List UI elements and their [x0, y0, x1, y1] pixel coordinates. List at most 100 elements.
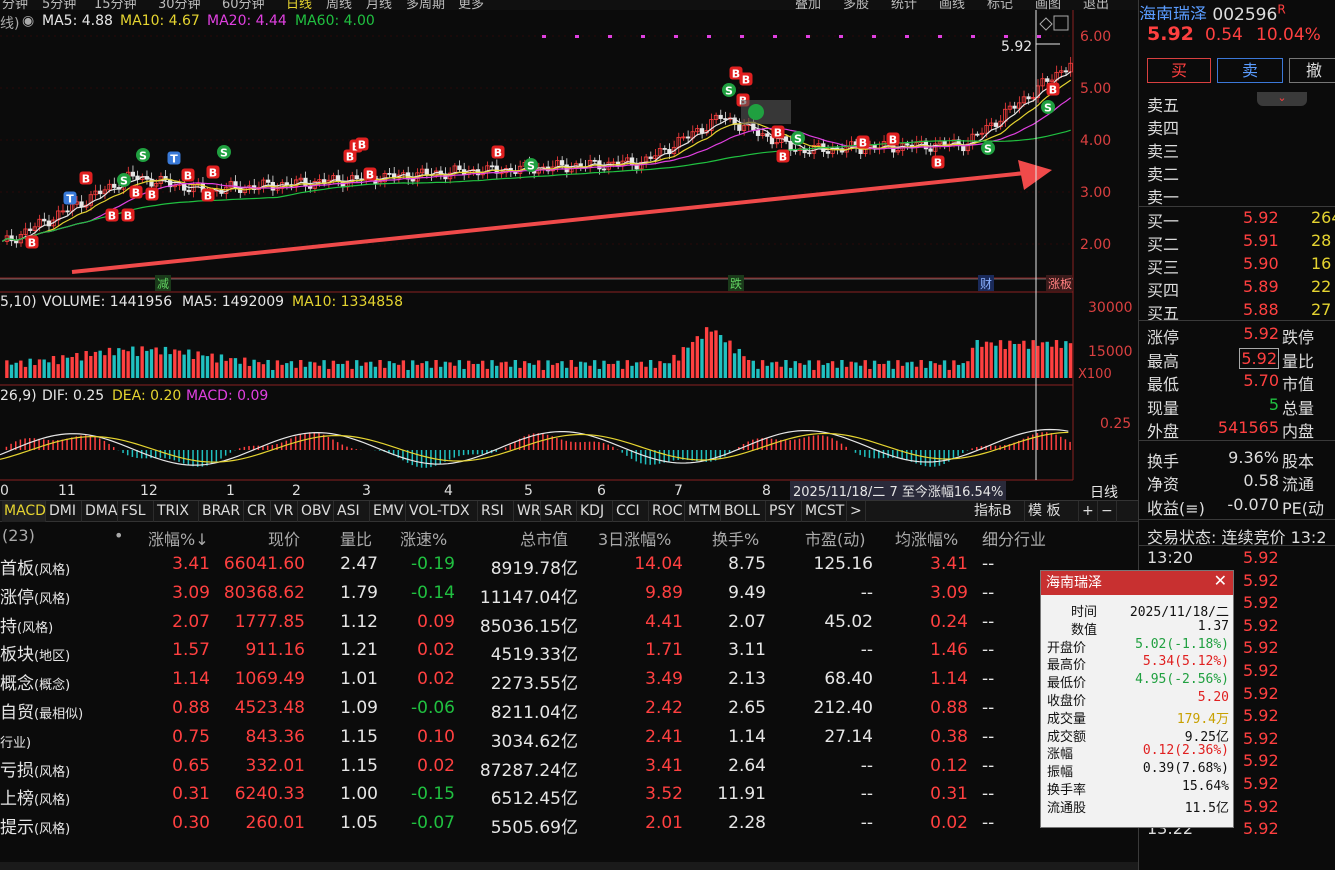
column-header-8[interactable]: 均涨幅%: [895, 526, 958, 550]
stat-label2-4: 内盘: [1282, 422, 1315, 441]
indicator-tab-emv[interactable]: EMV: [371, 501, 406, 522]
popup-label-7: 成交额: [1047, 729, 1087, 745]
indicator-tab-vr[interactable]: VR: [272, 501, 298, 522]
close-icon[interactable]: ✕: [1214, 571, 1227, 590]
column-header-3[interactable]: 涨速%: [400, 526, 447, 550]
cell-col-3: 80368.62: [223, 582, 305, 603]
indicator-tab-+[interactable]: +: [1080, 501, 1098, 522]
column-header-4[interactable]: 总市值: [520, 526, 568, 550]
macd-bar: [192, 450, 194, 467]
toolbar-item-6[interactable]: 退出: [1083, 0, 1109, 10]
column-header-7[interactable]: 市盈(动): [805, 526, 866, 550]
indicator-tab-psy[interactable]: PSY: [767, 501, 802, 522]
indicator-tab-dma[interactable]: DMA: [83, 501, 118, 522]
ask-level-5: 卖五: [1147, 96, 1180, 115]
cancel-button[interactable]: 撤: [1289, 58, 1335, 83]
event-label-drop[interactable]: 跌: [728, 275, 744, 291]
table-row[interactable]: 行业) 0.75 843.36 1.15 0.10 3034.62亿 2.41 1.14 27.…: [0, 723, 1138, 752]
event-label-reduce[interactable]: 减: [155, 275, 171, 291]
indicator-tab-fsl[interactable]: FSL: [119, 501, 154, 522]
toolbar-item-3[interactable]: 画线: [939, 0, 965, 10]
indicator-tab-boll[interactable]: BOLL: [722, 501, 766, 522]
period-tab-5[interactable]: 日线: [286, 0, 312, 10]
indicator-tab-vol-tdx[interactable]: VOL-TDX: [407, 501, 478, 522]
table-row[interactable]: 板块 (地区) 1.57 911.16 1.21 0.02 4519.33亿 1.71 3.11…: [0, 636, 1138, 665]
kline-chart-area[interactable]: 6.005.004.003.002.00BTBBBSBSBTBBBSBBBBBS…: [0, 10, 1138, 501]
indicator-tab-roc[interactable]: ROC: [650, 501, 685, 522]
cell-col-0: 提示: [0, 818, 34, 839]
period-tab-1[interactable]: 5分钟: [42, 0, 76, 10]
indicator-tab-wr[interactable]: WR: [515, 501, 541, 522]
indicator-settings-icon[interactable]: ◉: [22, 13, 34, 29]
column-header-2[interactable]: 量比: [340, 526, 372, 550]
indicator-tab-kdj[interactable]: KDJ: [578, 501, 613, 522]
column-header-0[interactable]: 涨幅%↓: [148, 526, 209, 550]
indicator-tab-obv[interactable]: OBV: [299, 501, 334, 522]
indicator-tab-rsi[interactable]: RSI: [479, 501, 514, 522]
macd-bar: [5, 446, 8, 450]
macd-bar: [66, 438, 68, 450]
table-row[interactable]: 概念 (概念) 1.14 1069.49 1.01 0.02 2273.55亿 3.49 2.1…: [0, 665, 1138, 694]
indicator-tab-指标b[interactable]: 指标B: [972, 501, 1025, 522]
indicator-tab-模 板[interactable]: 模 板: [1026, 501, 1079, 522]
period-tab-7[interactable]: 月线: [366, 0, 392, 10]
indicator-tab-macd[interactable]: MACD: [2, 501, 46, 522]
volume-bar: [191, 358, 196, 378]
toolbar-item-5[interactable]: 画图: [1035, 0, 1061, 10]
column-header-9[interactable]: 细分行业: [982, 526, 1046, 550]
indicator-tab-bar: MACD DMI DMA FSL TRIX BRAR CR VR OBV ASI EMV VOL-TD…: [0, 500, 1138, 522]
period-tab-6[interactable]: 周线: [326, 0, 352, 10]
column-header-5[interactable]: 3日涨幅%: [598, 526, 671, 550]
period-tab-9[interactable]: 更多: [458, 0, 484, 10]
table-row[interactable]: 持 (风格) 2.07 1777.85 1.12 0.09 85036.15亿 4.41 2.0…: [0, 608, 1138, 637]
sell-button[interactable]: 卖: [1217, 58, 1283, 83]
table-row[interactable]: 上榜 (风格) 0.31 6240.33 1.00 -0.15 6512.45亿 3.52 11…: [0, 780, 1138, 809]
indicator-tab-−[interactable]: −: [1099, 501, 1117, 522]
table-row[interactable]: 首板 (风格) 3.41 66041.60 2.47 -0.19 8919.78亿 14.04…: [0, 550, 1138, 579]
candle: [186, 189, 191, 193]
toolbar-item-2[interactable]: 统计: [891, 0, 917, 10]
period-tab-3[interactable]: 30分钟: [158, 0, 201, 10]
table-row[interactable]: 亏损 (风格) 0.65 332.01 1.15 0.02 87287.24亿 3.41 2.6…: [0, 752, 1138, 781]
popup-label-11: 流通股: [1047, 800, 1087, 816]
macd-bar: [308, 432, 311, 450]
event-label-limit[interactable]: 涨板: [1046, 275, 1072, 291]
bid-volume: 27: [1311, 300, 1332, 319]
volume-bar: [681, 347, 685, 378]
volume-bar: [229, 358, 233, 378]
indicator-tab-mtm[interactable]: MTM: [686, 501, 721, 522]
column-header-1[interactable]: 现价: [268, 526, 300, 550]
buy-button[interactable]: 买: [1147, 58, 1211, 83]
indicator-tab-trix[interactable]: TRIX: [155, 501, 199, 522]
svg-text:B: B: [494, 147, 502, 160]
period-label[interactable]: 日线: [1090, 482, 1118, 502]
indicator-tab-brar[interactable]: BRAR: [200, 501, 244, 522]
volume-bar: [807, 360, 811, 378]
indicator-tab-cci[interactable]: CCI: [614, 501, 649, 522]
toolbar-item-1[interactable]: 多股: [843, 0, 869, 10]
table-row[interactable]: 自贸 (最相似) 0.88 4523.48 1.09 -0.06 8211.04亿 2.42 2…: [0, 694, 1138, 723]
cell-col-8: 2.07: [728, 611, 766, 632]
period-tab-4[interactable]: 60分钟: [222, 0, 265, 10]
candle: [928, 148, 933, 152]
column-header-6[interactable]: 换手%: [712, 526, 759, 550]
table-row[interactable]: 提示 (风格) 0.30 260.01 1.05 -0.07 5505.69亿 2.01 2.2…: [0, 809, 1138, 838]
indicator-tab-asi[interactable]: ASI: [335, 501, 370, 522]
indicator-tab->[interactable]: >: [848, 501, 866, 522]
cell-col-5: -0.19: [411, 554, 455, 574]
indicator-tab-dmi[interactable]: DMI: [47, 501, 82, 522]
period-tab-0[interactable]: 分钟: [2, 0, 28, 10]
toolbar-item-0[interactable]: 叠加: [795, 0, 821, 10]
cell-col-1: 行业): [0, 735, 32, 751]
indicator-tab-mcst[interactable]: MCST: [803, 501, 847, 522]
period-tab-2[interactable]: 15分钟: [94, 0, 137, 10]
toolbar-item-4[interactable]: 标记: [987, 0, 1013, 10]
indicator-tab-sar[interactable]: SAR: [542, 501, 577, 522]
table-row[interactable]: 涨停 (风格) 3.09 80368.62 1.79 -0.14 11147.04亿 9.89…: [0, 579, 1138, 608]
kline-chart[interactable]: 6.005.004.003.002.00BTBBBSBSBTBBBSBBBBBS…: [0, 10, 1138, 499]
macd-bar: [313, 432, 316, 450]
indicator-tab-cr[interactable]: CR: [245, 501, 271, 522]
macd-bar: [327, 436, 330, 450]
period-tab-8[interactable]: 多周期: [406, 0, 445, 10]
event-label-fin[interactable]: 财: [978, 275, 994, 291]
